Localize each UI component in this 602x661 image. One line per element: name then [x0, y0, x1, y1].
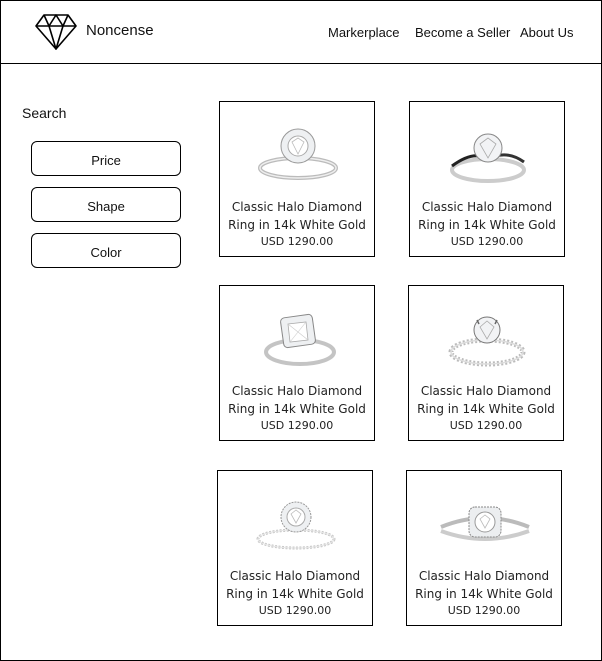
product-card[interactable]: Classic Halo Diamond Ring in 14k White G… [217, 470, 373, 626]
product-price: USD 1290.00 [258, 604, 332, 617]
product-title: Classic Halo Diamond Ring in 14k White G… [415, 569, 553, 601]
product-price: USD 1290.00 [260, 235, 334, 248]
ring-image [450, 133, 526, 183]
nav-marketplace[interactable]: Markerplace [328, 25, 400, 40]
shape-filter-button[interactable]: Shape [31, 187, 181, 222]
ring-image [264, 313, 336, 366]
price-filter-button[interactable]: Price [31, 141, 181, 176]
product-card[interactable]: Classic Halo Diamond Ring in 14k White G… [219, 101, 375, 257]
product-card[interactable]: Classic Halo Diamond Ring in 14k White G… [408, 285, 564, 441]
header: Noncense Markerplace Become a Seller Abo… [1, 1, 601, 64]
product-card[interactable]: Classic Halo Diamond Ring in 14k White G… [219, 285, 375, 441]
ring-image [440, 506, 530, 541]
search-label: Search [22, 105, 67, 121]
product-price: USD 1290.00 [449, 419, 523, 432]
diamond-icon[interactable] [35, 13, 77, 51]
page-frame: Noncense Markerplace Become a Seller Abo… [0, 0, 602, 661]
product-price: USD 1290.00 [447, 604, 521, 617]
product-title: Classic Halo Diamond Ring in 14k White G… [226, 569, 364, 601]
product-price: USD 1290.00 [260, 419, 334, 432]
color-filter-button[interactable]: Color [31, 233, 181, 268]
nav-become-a-seller[interactable]: Become a Seller [415, 25, 510, 40]
ring-image [256, 501, 336, 550]
product-title: Classic Halo Diamond Ring in 14k White G… [417, 384, 555, 416]
product-title: Classic Halo Diamond Ring in 14k White G… [228, 200, 366, 232]
product-title: Classic Halo Diamond Ring in 14k White G… [228, 384, 366, 416]
product-card[interactable]: Classic Halo Diamond Ring in 14k White G… [409, 101, 565, 257]
brand-name[interactable]: Noncense [86, 22, 154, 39]
product-title: Classic Halo Diamond Ring in 14k White G… [418, 200, 556, 232]
product-price: USD 1290.00 [450, 235, 524, 248]
nav-about-us[interactable]: About Us [520, 25, 573, 40]
ring-image [258, 128, 338, 180]
ring-image [448, 316, 526, 367]
product-card[interactable]: Classic Halo Diamond Ring in 14k White G… [406, 470, 562, 626]
